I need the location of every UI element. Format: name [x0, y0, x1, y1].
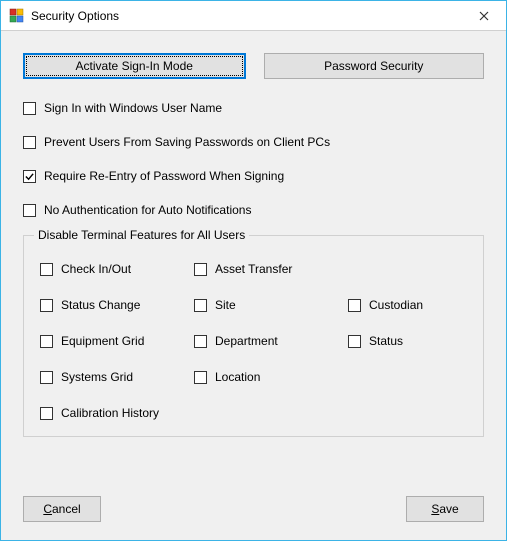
- activate-signin-button[interactable]: Activate Sign-In Mode: [23, 53, 246, 79]
- checkbox-label: Require Re-Entry of Password When Signin…: [44, 169, 284, 183]
- checkbox-label: Calibration History: [61, 406, 159, 420]
- checkbox-label: Department: [215, 334, 278, 348]
- checkbox-icon: [194, 335, 207, 348]
- checkbox-label: Custodian: [369, 298, 423, 312]
- no-auth-auto-checkbox[interactable]: No Authentication for Auto Notifications: [23, 203, 484, 217]
- checkbox-label: Site: [215, 298, 236, 312]
- checkbox-icon: [23, 204, 36, 217]
- checkbox-label: Check In/Out: [61, 262, 131, 276]
- location-checkbox[interactable]: Location: [194, 370, 344, 384]
- app-icon: [9, 8, 25, 24]
- systems-grid-checkbox[interactable]: Systems Grid: [40, 370, 190, 384]
- titlebar: Security Options: [1, 1, 506, 31]
- disable-features-group: Disable Terminal Features for All Users …: [23, 235, 484, 437]
- status-checkbox[interactable]: Status: [348, 334, 458, 348]
- password-security-button[interactable]: Password Security: [264, 53, 485, 79]
- checkbox-label: Prevent Users From Saving Passwords on C…: [44, 135, 330, 149]
- custodian-checkbox[interactable]: Custodian: [348, 298, 458, 312]
- checkbox-label: Status Change: [61, 298, 140, 312]
- options-list: Sign In with Windows User Name Prevent U…: [23, 101, 484, 217]
- checkbox-icon: [40, 371, 53, 384]
- check-in-out-checkbox[interactable]: Check In/Out: [40, 262, 190, 276]
- checkbox-icon: [194, 263, 207, 276]
- checkbox-icon: [23, 102, 36, 115]
- checkbox-icon: [23, 136, 36, 149]
- checkbox-icon: [348, 299, 361, 312]
- checkbox-icon: [194, 299, 207, 312]
- checkbox-label: Location: [215, 370, 260, 384]
- checkbox-icon: [40, 335, 53, 348]
- department-checkbox[interactable]: Department: [194, 334, 344, 348]
- signin-windows-checkbox[interactable]: Sign In with Windows User Name: [23, 101, 484, 115]
- group-title: Disable Terminal Features for All Users: [34, 228, 249, 242]
- checkbox-icon: [194, 371, 207, 384]
- status-change-checkbox[interactable]: Status Change: [40, 298, 190, 312]
- equipment-grid-checkbox[interactable]: Equipment Grid: [40, 334, 190, 348]
- checkbox-icon: [40, 407, 53, 420]
- bottom-button-row: Cancel Save: [23, 496, 484, 522]
- require-reentry-checkbox[interactable]: Require Re-Entry of Password When Signin…: [23, 169, 484, 183]
- client-area: Activate Sign-In Mode Password Security …: [1, 31, 506, 540]
- asset-transfer-checkbox[interactable]: Asset Transfer: [194, 262, 344, 276]
- prevent-save-pw-checkbox[interactable]: Prevent Users From Saving Passwords on C…: [23, 135, 484, 149]
- top-button-row: Activate Sign-In Mode Password Security: [23, 53, 484, 79]
- checkbox-icon: [40, 299, 53, 312]
- checkbox-label: No Authentication for Auto Notifications: [44, 203, 251, 217]
- save-button[interactable]: Save: [406, 496, 484, 522]
- calibration-history-checkbox[interactable]: Calibration History: [40, 406, 190, 420]
- close-button[interactable]: [461, 1, 506, 30]
- security-options-window: Security Options Activate Sign-In Mode P…: [0, 0, 507, 541]
- checkbox-label: Systems Grid: [61, 370, 133, 384]
- feature-grid: Check In/Out Asset Transfer Status Chang…: [40, 262, 467, 420]
- checkbox-icon: [348, 335, 361, 348]
- window-title: Security Options: [31, 9, 461, 23]
- checkbox-icon: [23, 170, 36, 183]
- checkbox-label: Equipment Grid: [61, 334, 144, 348]
- site-checkbox[interactable]: Site: [194, 298, 344, 312]
- cancel-button[interactable]: Cancel: [23, 496, 101, 522]
- checkbox-label: Asset Transfer: [215, 262, 292, 276]
- checkbox-label: Status: [369, 334, 403, 348]
- checkbox-icon: [40, 263, 53, 276]
- checkbox-label: Sign In with Windows User Name: [44, 101, 222, 115]
